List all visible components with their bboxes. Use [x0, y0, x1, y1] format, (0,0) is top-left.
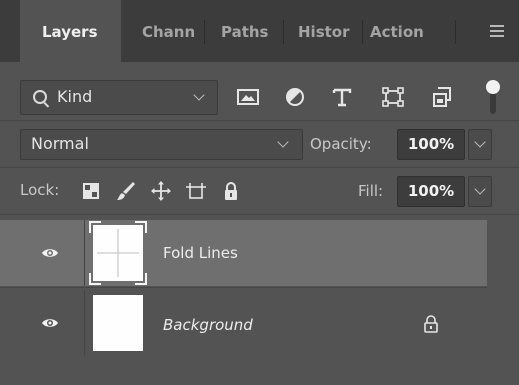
layer-name: Fold Lines: [163, 244, 238, 262]
eye-icon: [42, 249, 58, 257]
tab-history-label: Histor: [298, 23, 350, 41]
chevron-down-icon: [277, 136, 289, 148]
adjustment-filter-icon[interactable]: [283, 85, 307, 109]
image-filter-icon[interactable]: [236, 85, 260, 109]
filter-toggle[interactable]: [486, 80, 500, 116]
hamburger-icon[interactable]: [490, 25, 504, 37]
tab-layers[interactable]: Layers: [20, 0, 121, 62]
lock-image-pixels-icon[interactable]: [115, 180, 137, 202]
shape-filter-icon[interactable]: [381, 85, 405, 109]
chevron-down-icon: [474, 183, 486, 195]
tab-paths[interactable]: Paths: [221, 0, 279, 62]
tab-paths-label: Paths: [221, 23, 269, 41]
filter-kind-dropdown[interactable]: Kind: [20, 80, 218, 115]
tab-divider: [455, 20, 456, 44]
layer-row-background[interactable]: Background: [0, 290, 487, 356]
smart-object-filter-icon[interactable]: [430, 85, 454, 109]
tab-divider: [204, 20, 205, 44]
tab-actions-label: Action: [370, 23, 424, 41]
fill-label: Fill:: [358, 182, 384, 200]
lock-transparent-pixels-icon[interactable]: [80, 180, 102, 202]
layer-visibility-toggle[interactable]: [0, 220, 84, 286]
layer-thumbnail: [89, 221, 147, 285]
panel-tab-bar: Layers Chann Paths Histor Action: [0, 0, 519, 62]
search-icon: [33, 90, 47, 104]
layers-scrollbar[interactable]: [487, 220, 519, 385]
lock-artboard-icon[interactable]: [185, 180, 207, 202]
layer-visibility-toggle[interactable]: [0, 290, 84, 356]
layer-thumbnail: [93, 295, 143, 351]
fill-input[interactable]: 100%: [397, 176, 465, 207]
type-filter-icon[interactable]: [330, 85, 354, 109]
tab-history[interactable]: Histor: [298, 0, 358, 62]
tab-divider: [362, 20, 363, 44]
blend-mode-value: Normal: [31, 134, 89, 153]
eye-icon: [42, 319, 58, 327]
filter-kind-label: Kind: [57, 87, 93, 106]
tab-channels[interactable]: Chann: [142, 0, 202, 62]
layer-lock-icon[interactable]: [423, 315, 439, 333]
blend-mode-dropdown[interactable]: Normal: [20, 129, 303, 160]
opacity-input[interactable]: 100%: [397, 129, 465, 160]
divider: [0, 167, 519, 168]
chevron-down-icon: [193, 89, 205, 101]
divider: [0, 214, 519, 215]
layers-panel: Layers Chann Paths Histor Action Kind No…: [0, 0, 519, 385]
divider: [0, 120, 519, 121]
tab-actions[interactable]: Action: [370, 0, 452, 62]
lock-position-icon[interactable]: [150, 180, 172, 202]
lock-all-icon[interactable]: [220, 180, 242, 202]
chevron-down-icon: [474, 136, 486, 148]
opacity-slider-button[interactable]: [468, 129, 492, 160]
opacity-label: Opacity:: [310, 135, 372, 153]
layer-name: Background: [163, 316, 253, 334]
fill-slider-button[interactable]: [468, 176, 492, 207]
tab-divider: [283, 20, 284, 44]
lock-label: Lock:: [20, 181, 60, 199]
divider: [0, 287, 487, 288]
layer-row-fold-lines[interactable]: Fold Lines: [0, 220, 487, 286]
tab-channels-label: Chann: [142, 23, 196, 41]
tab-layers-label: Layers: [42, 23, 98, 41]
